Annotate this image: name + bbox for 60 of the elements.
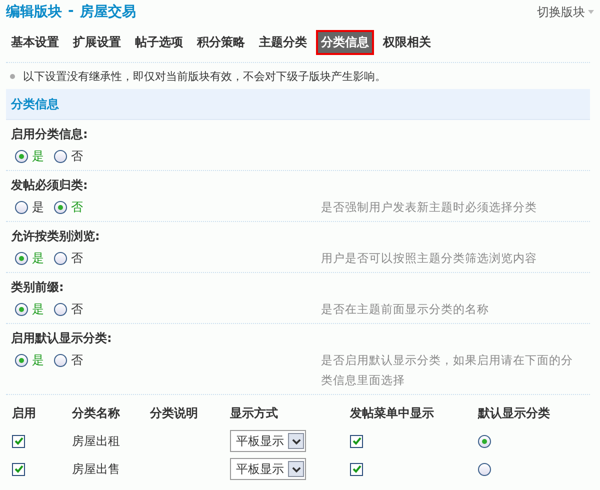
tab[interactable]: 基本设置 [6,30,64,54]
radio-button[interactable] [478,462,491,476]
setting-label: 启用分类信息: [11,126,89,143]
caret-icon [588,10,594,14]
display-dropdown[interactable]: 平板显示 [230,458,306,480]
checkbox[interactable] [350,462,363,476]
option-label[interactable]: 否 [71,300,83,318]
option-label[interactable]: 是 [32,148,44,164]
column-header: 启用 [12,404,37,422]
setting-label: 类别前缀: [11,279,65,296]
option-label[interactable]: 否 [71,148,83,164]
column-header: 分类名称 [72,404,121,422]
column-header: 默认显示分类 [478,404,551,422]
option-label[interactable]: 否 [71,198,83,216]
bullet-icon [10,74,15,78]
setting-label: 发帖必须归类: [11,177,89,194]
title-separator: - [68,3,74,21]
setting-label: 允许按类别浏览: [11,228,101,245]
radio-button[interactable] [15,302,28,316]
option-label[interactable]: 是 [32,352,44,368]
tab[interactable]: 分类信息 [316,30,374,54]
setting-description: 是否在主题前面显示分类的名称 [321,301,490,318]
tab[interactable]: 主题分类 [254,30,312,54]
display-dropdown[interactable]: 平板显示 [230,430,306,452]
checkbox[interactable] [12,462,25,476]
radio-button[interactable] [54,252,67,264]
radio-button[interactable] [15,354,28,366]
tab[interactable]: 帖子选项 [130,30,188,54]
radio-button[interactable] [54,150,67,162]
tab[interactable]: 权限相关 [378,30,436,54]
column-header: 分类说明 [150,404,199,422]
switch-forum-link[interactable]: 切换版块 [537,4,594,20]
column-header: 发帖菜单中显示 [350,404,435,422]
option-label[interactable]: 否 [71,250,83,266]
setting-description: 是否强制用户发表新主题时必须选择分类 [321,199,538,216]
radio-button[interactable] [54,200,67,214]
radio-button[interactable] [15,252,28,264]
notice-text: 以下设置没有继承性，即仅对当前版块有效，不会对下级子版块产生影响。 [23,68,386,84]
setting-description: 是否启用默认显示分类，如果启用请在下面的分类信息里面选择 [321,352,574,389]
radio-button[interactable] [54,354,67,366]
setting-description: 用户是否可以按照主题分类筛选浏览内容 [321,250,538,267]
checkbox[interactable] [12,434,25,448]
tab[interactable]: 扩展设置 [68,30,126,54]
radio-button[interactable] [15,150,28,162]
option-label[interactable]: 是 [32,198,44,216]
tab[interactable]: 积分策略 [192,30,250,54]
radio-button[interactable] [15,200,28,214]
page-title: 编辑版块 [6,3,62,21]
forum-name: 房屋交易 [80,3,136,21]
checkbox[interactable] [350,434,363,448]
section-header: 分类信息 [6,89,590,120]
option-label[interactable]: 是 [32,300,44,318]
option-label[interactable]: 是 [32,250,44,266]
option-label[interactable]: 否 [71,352,83,368]
column-header: 显示方式 [230,404,279,422]
radio-button[interactable] [478,434,491,448]
setting-label: 启用默认显示分类: [11,330,113,347]
radio-button[interactable] [54,302,67,316]
table-cell-text: 房屋出售 [72,460,121,478]
table-cell-text: 房屋出租 [72,432,121,450]
